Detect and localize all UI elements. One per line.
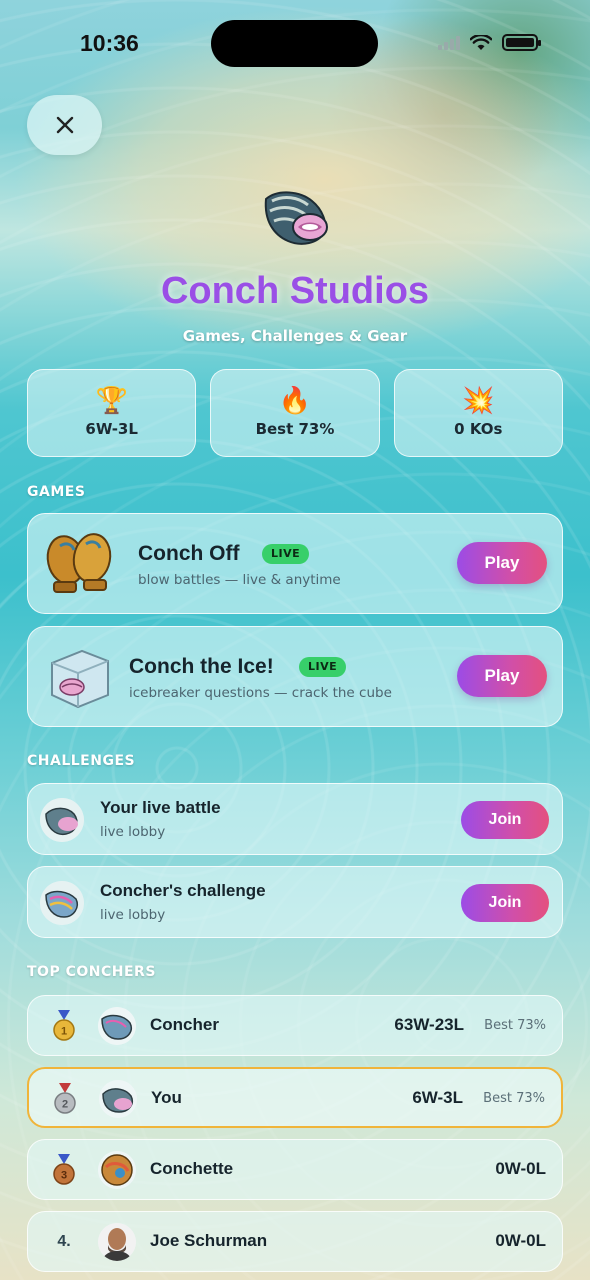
gold-medal-icon: 1: [53, 1010, 75, 1041]
player-name: Concher: [150, 1015, 219, 1034]
game-card-conch-the-ice[interactable]: Conch the Ice! LIVE icebreaker questions…: [27, 626, 563, 727]
battery-icon: [502, 34, 541, 51]
section-label-games: GAMES: [27, 484, 86, 500]
boxing-gloves-icon: [46, 533, 112, 593]
game-name: Conch Off: [138, 542, 240, 565]
player-record: 0W-0L: [495, 1231, 546, 1250]
player-record: 6W-3L: [412, 1088, 463, 1107]
join-button[interactable]: Join: [461, 884, 549, 922]
cellular-signal-icon: [438, 35, 460, 50]
challenge-card[interactable]: Your live battle live lobby Join: [27, 783, 563, 855]
challenge-subtitle: live lobby: [100, 907, 166, 923]
challenge-title: Your live battle: [100, 798, 221, 817]
stat-value: 6W-3L: [85, 420, 138, 438]
game-description: icebreaker questions — crack the cube: [129, 685, 392, 701]
challenge-title: Concher's challenge: [100, 881, 266, 900]
conchette-avatar-icon: [98, 1151, 136, 1189]
player-record: 0W-0L: [495, 1159, 546, 1178]
conch-avatar-icon: [40, 881, 84, 925]
fire-icon: 🔥: [278, 386, 312, 416]
bronze-medal-icon: 3: [53, 1154, 75, 1185]
dynamic-island: [211, 20, 378, 67]
leaderboard-row[interactable]: 3 Conchette 0W-0L: [27, 1139, 563, 1200]
status-time: 10:36: [80, 30, 139, 56]
conch-avatar-icon: [40, 798, 84, 842]
you-avatar-icon: [99, 1080, 137, 1118]
stat-kos: 💥 0 KOs: [393, 369, 563, 457]
player-name: Joe Schurman: [150, 1231, 268, 1250]
stat-value: Best 73%: [255, 420, 335, 438]
play-button[interactable]: Play: [457, 655, 547, 697]
stat-record: 🏆 6W-3L: [27, 369, 197, 457]
leaderboard-row[interactable]: 4. Joe Schurman 0W-0L: [27, 1211, 563, 1272]
game-description: blow battles — live & anytime: [138, 572, 341, 588]
section-label-challenges: CHALLENGES: [27, 753, 136, 769]
silver-medal-icon: 2: [54, 1083, 76, 1114]
ice-cube-icon: [51, 649, 109, 709]
close-button[interactable]: [27, 95, 102, 155]
live-badge: LIVE: [262, 544, 310, 564]
challenge-card[interactable]: Concher's challenge live lobby Join: [27, 866, 563, 938]
rank-label: 4.: [57, 1233, 71, 1250]
close-icon: [56, 116, 73, 134]
leaderboard-row[interactable]: 1 Concher 63W-23L Best 73%: [27, 995, 563, 1056]
status-icons: [438, 34, 541, 51]
explosion-icon: 💥: [462, 386, 495, 416]
medal-rank: 3: [61, 1170, 67, 1182]
medal-rank: 1: [61, 1026, 67, 1038]
conch-logo-icon: [264, 191, 328, 245]
player-best: Best 73%: [484, 1018, 546, 1033]
live-badge: LIVE: [299, 657, 347, 677]
join-button[interactable]: Join: [461, 801, 549, 839]
stat-best: 🔥 Best 73%: [210, 369, 380, 457]
play-button[interactable]: Play: [457, 542, 547, 584]
game-card-conch-off[interactable]: Conch Off LIVE blow battles — live & any…: [27, 513, 563, 614]
stats-row: 🏆 6W-3L 🔥 Best 73% 💥 0 KOs: [27, 369, 563, 457]
game-name: Conch the Ice!: [129, 655, 274, 678]
section-label-top-conchers: TOP CONCHERS: [27, 964, 156, 980]
page-title: Conch Studios: [160, 270, 430, 312]
leaderboard-row-current-user[interactable]: 2 You 6W-3L Best 73%: [27, 1067, 563, 1128]
concher-avatar-icon: [98, 1007, 136, 1045]
rank-number: 4.: [50, 1226, 78, 1258]
page-subtitle: Games, Challenges & Gear: [182, 327, 408, 345]
player-name: You: [151, 1088, 182, 1107]
trophy-icon: 🏆: [95, 386, 128, 416]
joe-schurman-avatar-icon: [98, 1223, 136, 1261]
challenge-subtitle: live lobby: [100, 824, 166, 840]
wifi-icon: [470, 34, 492, 50]
stat-value: 0 KOs: [454, 420, 503, 438]
medal-rank: 2: [62, 1099, 68, 1111]
player-best: Best 73%: [483, 1091, 545, 1106]
player-name: Conchette: [150, 1159, 234, 1178]
player-record: 63W-23L: [394, 1015, 464, 1034]
